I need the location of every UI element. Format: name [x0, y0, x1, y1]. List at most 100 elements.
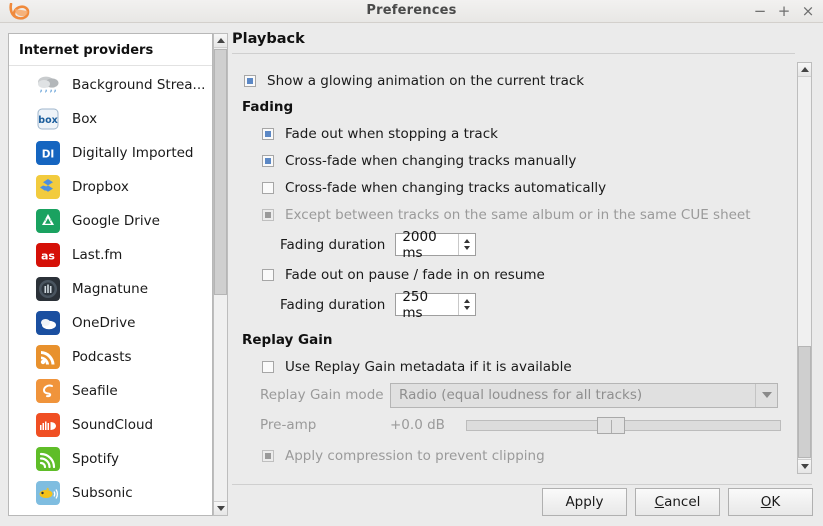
minimize-icon[interactable]: −: [753, 4, 767, 19]
dropbox-icon: [35, 174, 61, 200]
option-glowing-animation[interactable]: Show a glowing animation on the current …: [232, 67, 815, 94]
fade-out-stop-checkbox[interactable]: [262, 128, 274, 140]
sidebar-scrollbar[interactable]: [213, 33, 228, 516]
list-item[interactable]: OneDrive: [9, 306, 212, 340]
cancel-button[interactable]: Cancel: [635, 488, 720, 516]
fading-duration-label-1: Fading duration: [280, 237, 385, 253]
cancel-label: ancel: [664, 494, 700, 510]
footer-divider: [232, 484, 812, 485]
apply-button[interactable]: Apply: [542, 488, 627, 516]
glowing-animation-checkbox[interactable]: [244, 75, 256, 87]
google-drive-icon: [35, 208, 61, 234]
content-scroll-down-icon[interactable]: [798, 459, 811, 473]
option-cross-fade-manual[interactable]: Cross-fade when changing tracks manually: [232, 147, 815, 174]
use-replay-gain-checkbox[interactable]: [262, 361, 274, 373]
option-use-replay-gain[interactable]: Use Replay Gain metadata if it is availa…: [232, 353, 815, 380]
spinner-down-icon[interactable]: [464, 246, 470, 250]
fading-duration-value-2[interactable]: 250 ms: [396, 294, 458, 315]
content-scroll-thumb[interactable]: [798, 346, 811, 458]
list-item-label: Seafile: [72, 383, 118, 399]
soundcloud-icon: [35, 412, 61, 438]
box-icon: box: [35, 106, 61, 132]
svg-text:DI: DI: [42, 149, 55, 161]
option-fade-pause-resume[interactable]: Fade out on pause / fade in on resume: [232, 261, 815, 288]
list-item[interactable]: DI Digitally Imported: [9, 136, 212, 170]
rss-podcast-icon: [35, 344, 61, 370]
list-item-label: Podcasts: [72, 349, 132, 365]
fading-heading: Fading: [242, 99, 815, 115]
list-item[interactable]: Podcasts: [9, 340, 212, 374]
list-item-label: Background Strea...: [72, 77, 205, 93]
fading-duration-row-2: Fading duration 250 ms: [232, 288, 815, 321]
option-cross-fade-auto[interactable]: Cross-fade when changing tracks automati…: [232, 174, 815, 201]
fading-duration-spinner-arrows-2[interactable]: [458, 294, 475, 315]
subsonic-icon: [35, 480, 61, 506]
list-item[interactable]: Spotify: [9, 442, 212, 476]
list-item[interactable]: Seafile: [9, 374, 212, 408]
list-item-label: Last.fm: [72, 247, 122, 263]
dialog-buttons: Apply Cancel OK: [542, 488, 813, 516]
preferences-window: Preferences − + × Internet providers Bac…: [0, 0, 823, 526]
preamp-value: +0.0 dB: [390, 417, 466, 433]
spinner-up-icon[interactable]: [464, 239, 470, 243]
replay-gain-mode-value: Radio (equal loudness for all tracks): [391, 387, 642, 403]
list-item-label: SoundCloud: [72, 417, 153, 433]
fading-duration-value-1[interactable]: 2000 ms: [396, 234, 458, 255]
onedrive-icon: [35, 310, 61, 336]
replay-gain-mode-label: Replay Gain mode: [260, 387, 390, 403]
chevron-down-icon[interactable]: [755, 384, 777, 407]
svg-text:box: box: [38, 115, 57, 126]
cross-fade-manual-checkbox[interactable]: [262, 155, 274, 167]
ok-button[interactable]: OK: [728, 488, 813, 516]
preamp-slider[interactable]: [466, 417, 781, 433]
sidebar-scroll-down-icon[interactable]: [214, 501, 227, 515]
replay-gain-mode-select[interactable]: Radio (equal loudness for all tracks): [390, 383, 778, 408]
list-item-label: Magnatune: [72, 281, 148, 297]
cross-fade-auto-label: Cross-fade when changing tracks automati…: [285, 180, 606, 196]
list-item-label: Dropbox: [72, 179, 129, 195]
list-item[interactable]: Magnatune: [9, 272, 212, 306]
list-item[interactable]: boxBox: [9, 102, 212, 136]
except-same-album-label: Except between tracks on the same album …: [285, 207, 751, 223]
fade-pause-resume-checkbox[interactable]: [262, 269, 274, 281]
content-scroll-up-icon[interactable]: [798, 63, 811, 77]
window-title: Preferences: [0, 3, 823, 18]
sidebar-scroll-up-icon[interactable]: [214, 34, 227, 48]
list-item-label: Digitally Imported: [72, 145, 194, 161]
maximize-icon[interactable]: +: [777, 4, 791, 19]
cross-fade-auto-checkbox[interactable]: [262, 182, 274, 194]
fade-out-stop-label: Fade out when stopping a track: [285, 126, 498, 142]
seafile-icon: [35, 378, 61, 404]
replay-gain-mode-row: Replay Gain mode Radio (equal loudness f…: [232, 380, 815, 410]
list-item[interactable]: Dropbox: [9, 170, 212, 204]
di-icon: DI: [35, 140, 61, 166]
sidebar-scroll-thumb[interactable]: [214, 49, 227, 295]
close-icon[interactable]: ×: [801, 4, 815, 19]
spinner-down-icon[interactable]: [464, 306, 470, 310]
list-item-label: Google Drive: [72, 213, 160, 229]
option-fade-out-stop[interactable]: Fade out when stopping a track: [232, 120, 815, 147]
internet-providers-list[interactable]: Internet providers Background Strea...bo…: [8, 33, 213, 516]
list-item[interactable]: SoundCloud: [9, 408, 212, 442]
fading-duration-spinner-arrows-1[interactable]: [458, 234, 475, 255]
svg-text:as: as: [41, 250, 55, 263]
content-scrollbar[interactable]: [797, 62, 812, 474]
fading-duration-spinner-2[interactable]: 250 ms: [395, 293, 476, 316]
option-except-same-album: Except between tracks on the same album …: [232, 201, 815, 228]
list-item[interactable]: as Last.fm: [9, 238, 212, 272]
fade-pause-resume-label: Fade out on pause / fade in on resume: [285, 267, 545, 283]
spinner-up-icon[interactable]: [464, 299, 470, 303]
glowing-animation-label: Show a glowing animation on the current …: [267, 73, 584, 89]
magnatune-icon: [35, 276, 61, 302]
preamp-label: Pre-amp: [260, 417, 390, 433]
apply-compression-label: Apply compression to prevent clipping: [285, 448, 545, 464]
cancel-mnemonic: C: [655, 494, 664, 510]
cloud-rain-icon: [35, 72, 61, 98]
preamp-slider-handle[interactable]: [597, 417, 625, 434]
preamp-row: Pre-amp +0.0 dB: [232, 410, 815, 440]
list-item[interactable]: Subsonic: [9, 476, 212, 510]
option-apply-compression: Apply compression to prevent clipping: [232, 442, 815, 469]
list-item[interactable]: Google Drive: [9, 204, 212, 238]
list-item[interactable]: Background Strea...: [9, 68, 212, 102]
fading-duration-spinner-1[interactable]: 2000 ms: [395, 233, 476, 256]
